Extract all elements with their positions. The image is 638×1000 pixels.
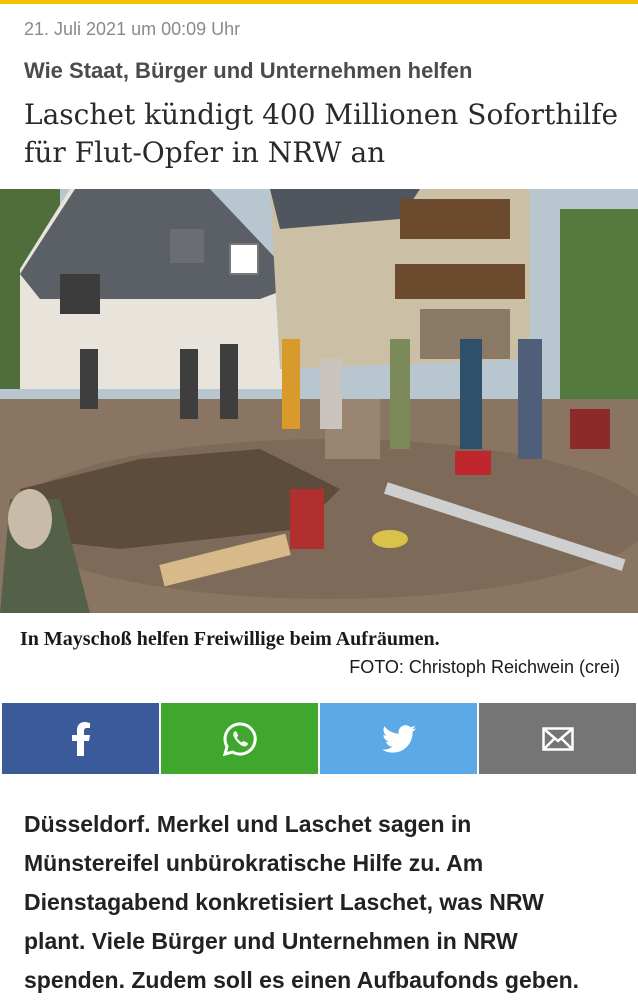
article-headline: Laschet kündigt 400 Millionen Soforthilf… [24,96,624,172]
share-whatsapp-button[interactable] [161,703,318,774]
share-mail-button[interactable] [479,703,636,774]
teaser-line: Münstereifel unbürokratische Hilfe zu. A… [24,850,484,876]
teaser-line: spenden. Zudem soll es einen Aufbaufonds… [24,967,580,993]
teaser-line: Düsseldorf. Merkel und Laschet sagen in [24,811,472,837]
photo-credit: FOTO: Christoph Reichwein (crei) [349,657,620,677]
article-teaser: Düsseldorf. Merkel und Laschet sagen in … [24,805,624,1000]
facebook-icon [71,721,90,756]
whatsapp-icon [222,721,257,756]
article-date: 21. Juli 2021 um 00:09 Uhr [24,19,241,39]
headline-line: Laschet kündigt 400 Millionen Soforthilf… [24,98,619,131]
mail-icon [541,726,574,751]
top-accent-bar [0,0,638,4]
teaser-line: plant. Viele Bürger und Unternehmen in N… [24,928,518,954]
headline-line: für Flut-Opfer in NRW an [24,136,386,169]
teaser-line: Dienstagabend konkretisiert Laschet, was… [24,889,544,915]
share-facebook-button[interactable] [2,703,159,774]
photo-caption: In Mayschoß helfen Freiwillige beim Aufr… [20,628,440,650]
flood-cleanup-photo [0,189,638,613]
article-kicker: Wie Staat, Bürger und Unternehmen helfen [24,58,473,83]
twitter-icon [381,724,416,753]
article-photo[interactable] [0,189,638,613]
share-twitter-button[interactable] [320,703,477,774]
